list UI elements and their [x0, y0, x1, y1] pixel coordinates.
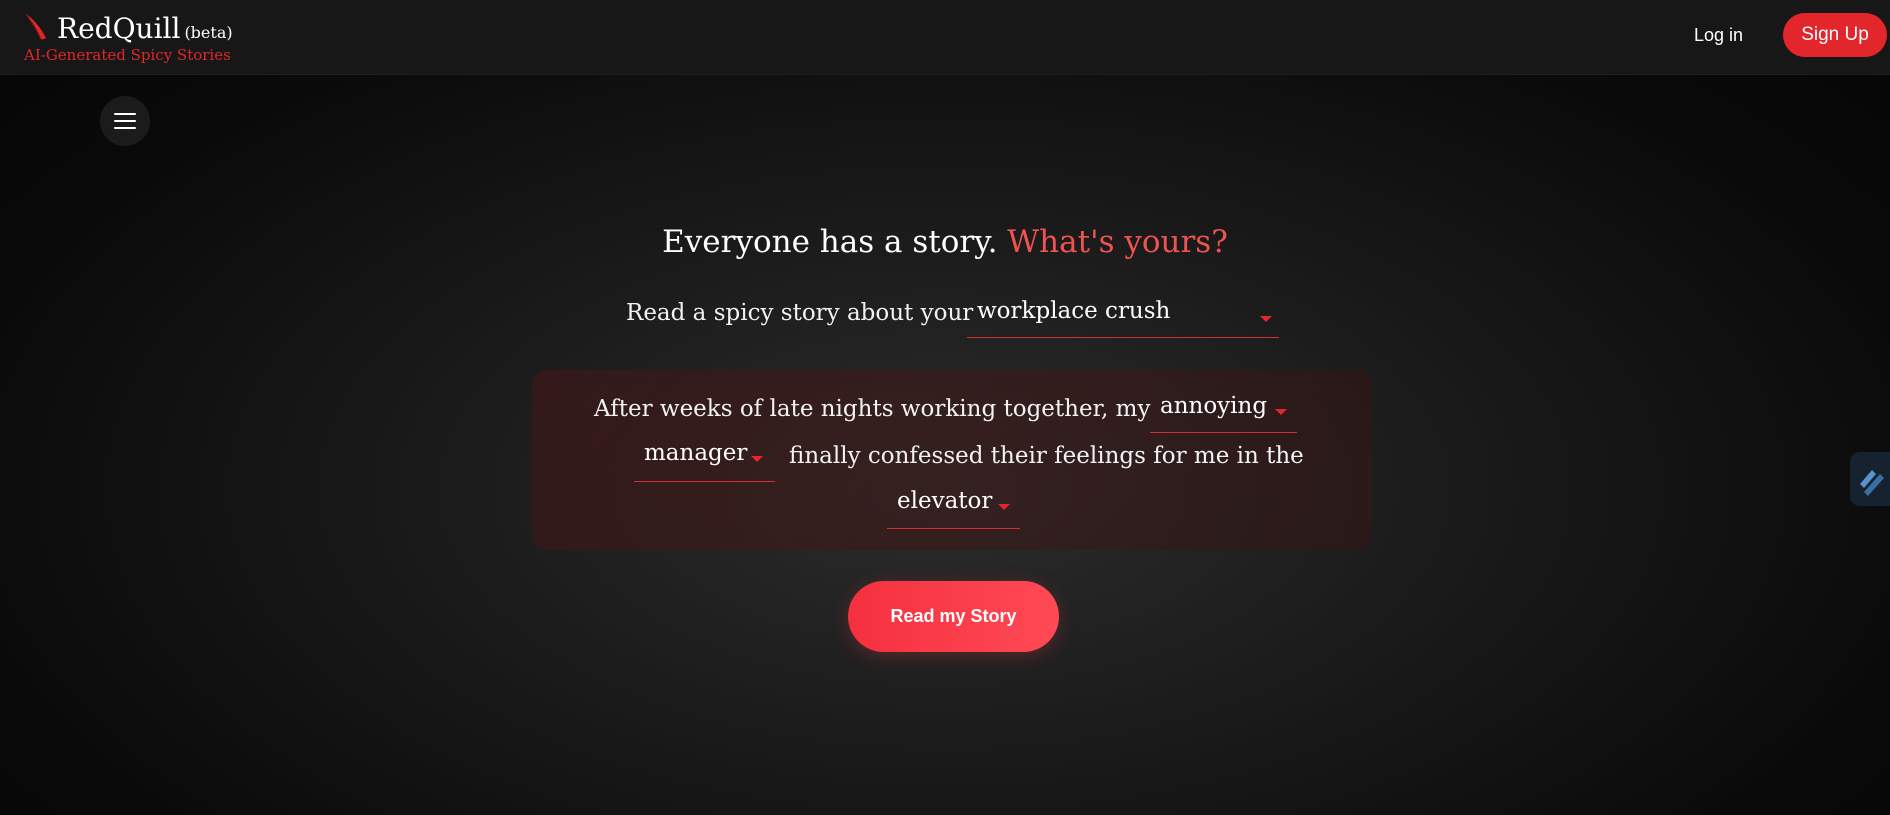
prompt-text: Read a spicy story about your: [626, 300, 974, 326]
beta-label: (beta): [184, 23, 233, 42]
hamburger-menu-icon: [114, 127, 136, 129]
story-text-part-2: finally confessed their feelings for me …: [789, 443, 1304, 469]
top-navigation-bar: RedQuill (beta) AI-Generated Spicy Storie…: [0, 0, 1890, 75]
role-select-value: manager: [644, 440, 748, 466]
quill-icon: [25, 13, 46, 40]
topic-select[interactable]: workplace crush: [967, 298, 1279, 338]
headline-main: Everyone has a story.: [662, 224, 998, 260]
location-select-value: elevator: [897, 488, 993, 514]
brand-logo-link[interactable]: RedQuill (beta) AI-Generated Spicy Storie…: [24, 8, 284, 68]
brand-name-text: RedQuill: [57, 12, 181, 45]
brand-tagline: AI-Generated Spicy Stories: [24, 46, 231, 64]
topic-select-value: workplace crush: [977, 298, 1171, 324]
page: RedQuill (beta) AI-Generated Spicy Storie…: [0, 0, 1890, 815]
read-my-story-button[interactable]: Read my Story: [848, 581, 1059, 652]
chevron-down-icon: [998, 504, 1010, 510]
hamburger-menu-icon: [114, 113, 136, 115]
side-widget-button[interactable]: [1850, 452, 1890, 506]
chevron-down-icon: [1275, 409, 1287, 415]
story-text-part-1: After weeks of late nights working toget…: [594, 396, 1151, 422]
headline-accent: What's yours?: [1007, 224, 1228, 260]
adjective-select[interactable]: annoying: [1150, 392, 1297, 433]
brand-name: RedQuill (beta): [57, 12, 233, 45]
menu-button[interactable]: [100, 96, 150, 146]
role-select[interactable]: manager: [634, 440, 775, 482]
side-widget-icon: [1860, 470, 1884, 496]
login-link[interactable]: Log in: [1694, 22, 1743, 48]
chevron-down-icon: [751, 456, 763, 462]
chevron-down-icon: [1260, 316, 1272, 322]
signup-button[interactable]: Sign Up: [1783, 13, 1887, 57]
page-headline: Everyone has a story. What's yours?: [0, 224, 1890, 260]
hamburger-menu-icon: [114, 120, 136, 122]
adjective-select-value: annoying: [1160, 393, 1268, 419]
location-select[interactable]: elevator: [887, 487, 1020, 529]
